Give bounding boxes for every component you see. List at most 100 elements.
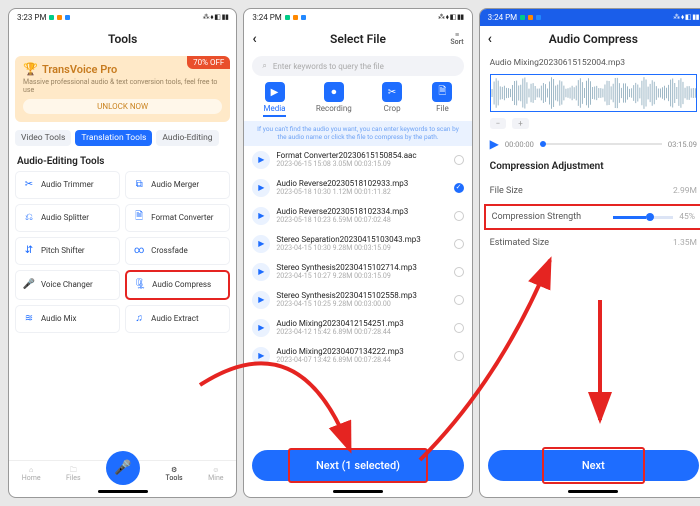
highlight-box [288,448,427,483]
cat-recording[interactable]: ⏺Recording [316,82,352,117]
time-total: 03:15.09 [668,140,697,149]
tool-icon: 🎤 [22,278,36,292]
file-checkbox[interactable] [454,211,464,221]
play-icon[interactable]: ▶ [252,319,270,337]
cat-file[interactable]: 🗎File [432,82,452,117]
file-name: Audio Mixing20230412154251.mp3 [276,319,447,328]
compression-slider[interactable] [613,216,673,219]
back-icon[interactable]: ‹ [488,31,492,47]
page-title: Tools [9,26,236,52]
screen-audio-compress: 3:24 PM ⁂ ⬧ ◧ ▮▮ ‹ Audio Compress Audio … [479,8,700,498]
file-row[interactable]: ▶Audio Mixing20230407134222.mp32023-04-0… [244,342,471,370]
file-meta: 2023-04-15 10:30 9.28M 00:03:15.09 [276,244,447,252]
file-checkbox[interactable] [454,295,464,305]
file-name: Stereo Synthesis20230415102714.mp3 [276,263,447,272]
nav-mine[interactable]: ☺Mine [208,467,223,482]
nav-files[interactable]: 🗀Files [66,467,81,482]
tool-audio-mix[interactable]: ≋Audio Mix [15,305,120,333]
play-icon: ▶ [265,82,285,102]
play-icon[interactable]: ▶ [252,179,270,197]
tool-icon: 🗜 [133,278,147,292]
page-title: Audio Compress [549,32,638,46]
play-icon[interactable]: ▶ [252,207,270,225]
discount-badge: 70% OFF [187,56,230,69]
file-meta: 2023-05-18 10:30 1.12M 00:01:11.82 [276,188,447,196]
tool-pitch-shifter[interactable]: ⇵Pitch Shifter [15,237,120,265]
tool-audio-extract[interactable]: ♫Audio Extract [125,305,230,333]
unlock-button[interactable]: UNLOCK NOW [23,99,222,114]
home-indicator [568,490,618,493]
file-row[interactable]: ▶ Stereo Synthesis20230415102714.mp32023-… [244,258,471,286]
cat-crop[interactable]: ✂Crop [382,82,402,117]
nav-home[interactable]: ⌂Home [22,467,41,482]
tool-icon: ⎌ [22,211,36,225]
sort-button[interactable]: ≡Sort [450,32,463,46]
file-checkbox[interactable] [454,239,464,249]
file-row[interactable]: ▶Audio Reverse20230518102933.mp32023-05-… [244,174,471,202]
tool-icon: ≋ [22,312,36,326]
tool-category-tabs: Video Tools Translation Tools Audio-Edit… [9,126,236,150]
waveform[interactable] [490,74,697,112]
compression-value: 45% [679,212,695,222]
file-row[interactable]: ▶Audio Reverse20230518102334.mp32023-05-… [244,202,471,230]
file-name: Format Converter20230615150854.aac [276,151,447,160]
tool-voice-changer[interactable]: 🎤Voice Changer [15,270,120,300]
zoom-out-button[interactable]: − [490,118,507,129]
file-meta: 2023-04-07 13:42 6.89M 00:07:28.44 [276,356,447,364]
search-icon: ⌕ [262,61,266,71]
file-name: Stereo Separation20230415103043.mp3 [276,235,447,244]
tool-icon: ✂ [22,178,36,192]
time-current: 00:00:00 [505,140,534,149]
tool-crossfade[interactable]: ∞Crossfade [125,237,230,265]
tool-icon: ⧉ [132,178,146,192]
file-meta: 2023-04-15 10:27 9.28M 00:03:15.09 [276,272,447,280]
promo-banner[interactable]: 70% OFF 🏆TransVoice Pro Massive professi… [15,56,230,122]
play-icon[interactable]: ▶ [252,263,270,281]
play-icon[interactable]: ▶ [252,347,270,365]
zoom-in-button[interactable]: + [512,118,529,129]
compression-label: Compression Strength [492,212,581,222]
tab-translation-tools[interactable]: Translation Tools [75,130,152,146]
file-row[interactable]: ▶Format Converter20230615150854.aac2023-… [244,146,471,174]
nav-tools[interactable]: ⚙Tools [166,467,183,482]
file-checkbox[interactable] [454,323,464,333]
file-checkbox[interactable] [454,155,464,165]
tool-audio-trimmer[interactable]: ✂Audio Trimmer [15,171,120,199]
tool-icon: 🗎 [132,211,146,225]
file-checkbox[interactable] [454,267,464,277]
trophy-icon: 🏆 [23,62,38,76]
cat-media[interactable]: ▶Media [263,82,285,117]
mic-button[interactable]: 🎤 [106,451,140,485]
seek-track[interactable] [540,143,662,145]
home-indicator [98,490,148,493]
file-meta: 2023-04-15 10:25 9.28M 00:03:00.00 [276,300,447,308]
play-button[interactable]: ▶ [490,137,499,151]
search-input[interactable]: ⌕Enter keywords to query the file [252,56,463,76]
tool-audio-merger[interactable]: ⧉Audio Merger [125,171,230,199]
estimated-size-value: 1.35M [673,238,697,248]
screen-tools: 3:23 PM ⁂ ⬧ ◧ ▮▮ Tools 70% OFF 🏆TransVoi… [8,8,237,498]
file-size-value: 2.99M [673,186,697,196]
tab-video-tools[interactable]: Video Tools [15,130,71,146]
file-row[interactable]: ▶Audio Mixing20230412154251.mp32023-04-1… [244,314,471,342]
tab-audio-editing[interactable]: Audio-Editing [156,130,218,146]
play-icon[interactable]: ▶ [252,151,270,169]
highlight-box [542,447,645,484]
tool-audio-compress[interactable]: 🗜Audio Compress [125,270,230,300]
home-indicator [333,490,383,493]
screen-select-file: 3:24 PM ⁂ ⬧ ◧ ▮▮ ‹ Select File ≡Sort ⌕En… [243,8,472,498]
file-name: Stereo Synthesis20230415102558.mp3 [276,291,447,300]
file-checkbox[interactable] [454,351,464,361]
bottom-nav: ⌂Home 🗀Files 🎤 ⚙Tools ☺Mine [9,460,236,487]
play-icon[interactable]: ▶ [252,291,270,309]
tool-format-converter[interactable]: 🗎Format Converter [125,204,230,232]
tool-audio-splitter[interactable]: ⎌Audio Splitter [15,204,120,232]
file-name: Audio Reverse20230518102334.mp3 [276,207,447,216]
filename-label: Audio Mixing20230615152004.mp3 [480,52,700,72]
file-row[interactable]: ▶ Stereo Separation20230415103043.mp32023… [244,230,471,258]
back-icon[interactable]: ‹ [252,31,256,47]
status-bar: 3:23 PM ⁂ ⬧ ◧ ▮▮ [9,9,236,26]
file-row[interactable]: ▶ Stereo Synthesis20230415102558.mp32023-… [244,286,471,314]
play-icon[interactable]: ▶ [252,235,270,253]
file-checkbox[interactable] [454,183,464,193]
